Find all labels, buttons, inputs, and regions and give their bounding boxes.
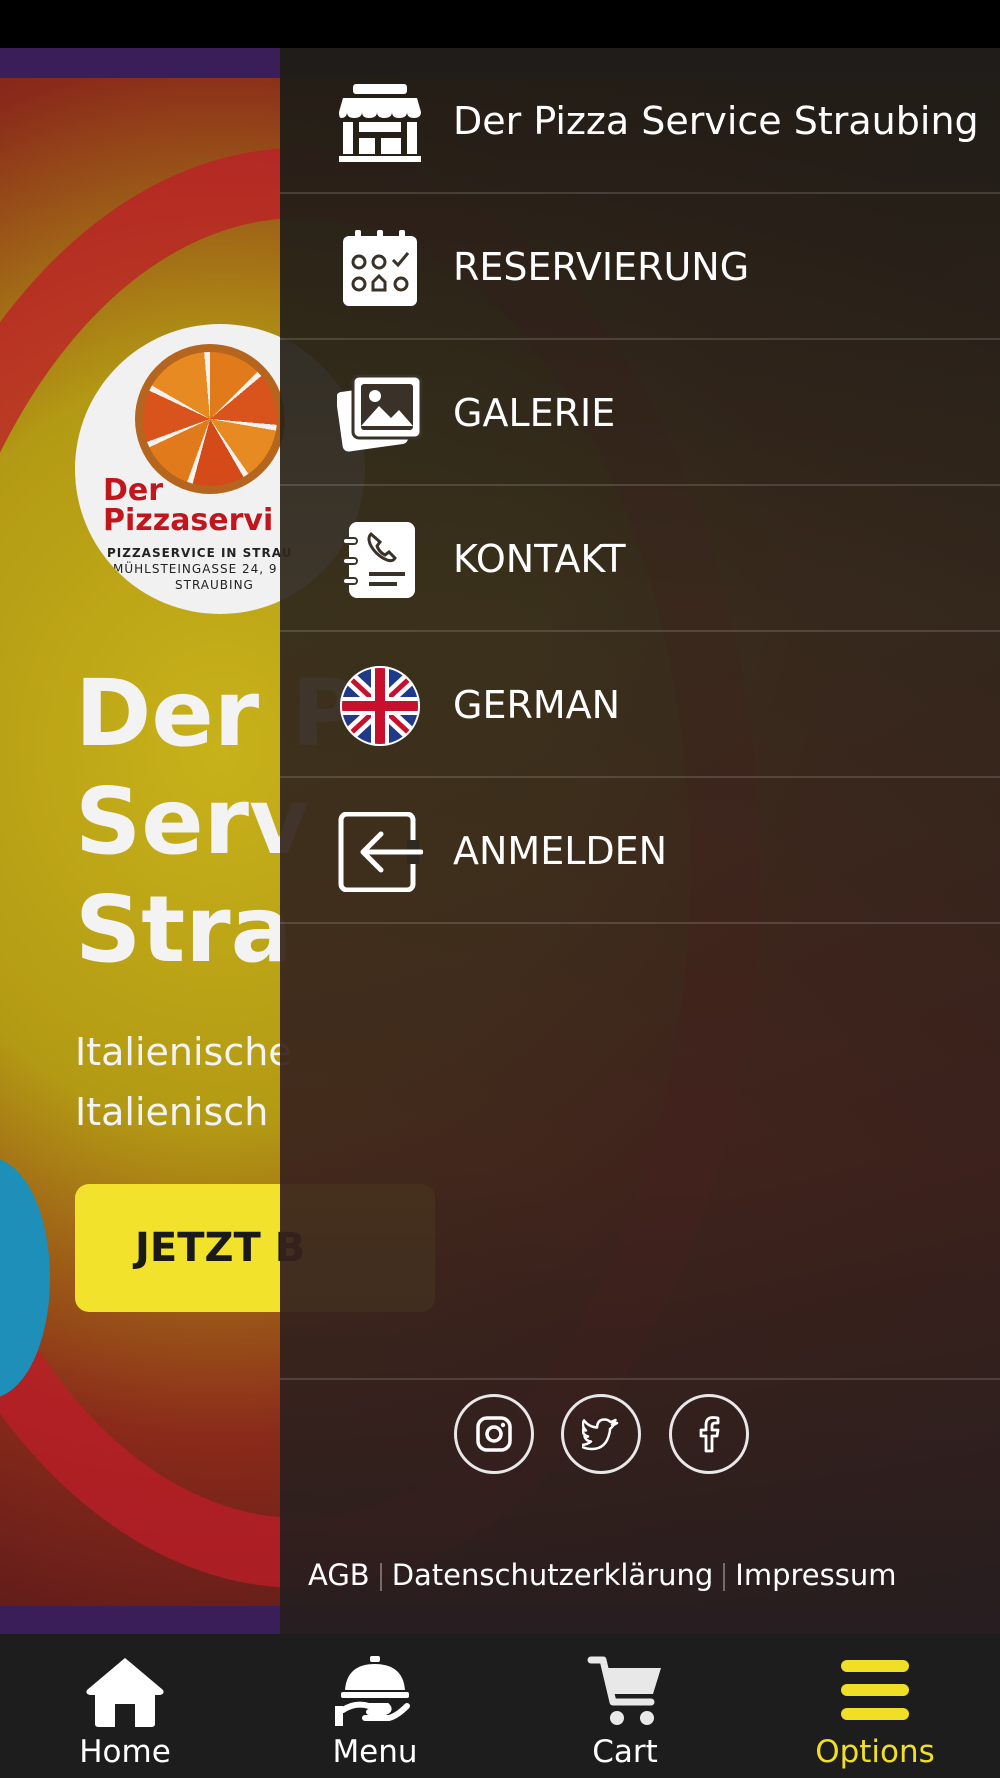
nav-options-label: Options xyxy=(815,1734,935,1770)
nav-options[interactable]: Options xyxy=(750,1634,1000,1778)
side-drawer: Der Pizza Service Straubing RESERVIERUNG… xyxy=(280,48,1000,1634)
drawer-item-label: Der Pizza Service Straubing xyxy=(453,99,979,143)
nav-menu[interactable]: Menu xyxy=(250,1634,500,1778)
store-icon xyxy=(339,84,421,162)
hamburger-icon xyxy=(841,1660,909,1720)
drawer-footer-links: AGB Datenschutzerklärung Impressum xyxy=(308,1558,896,1592)
privacy-link[interactable]: Datenschutzerklärung xyxy=(392,1558,714,1592)
drawer-item-label: GALERIE xyxy=(453,391,616,435)
gallery-icon xyxy=(337,374,423,452)
facebook-icon xyxy=(699,1416,720,1453)
logo-address: MÜHLSTEINGASSE 24, 9 xyxy=(113,562,278,576)
logo-title-line1: Der xyxy=(103,473,164,508)
nav-cart-label: Cart xyxy=(592,1734,658,1770)
drawer-item-label: ANMELDEN xyxy=(453,829,668,873)
home-icon xyxy=(86,1658,164,1727)
calendar-icon xyxy=(343,230,417,306)
uk-flag-icon xyxy=(340,666,420,746)
drawer-item-language[interactable]: GERMAN xyxy=(280,632,1000,778)
drawer-item-label: RESERVIERUNG xyxy=(453,245,750,289)
logo-title-line2: Pizzaservi xyxy=(103,503,274,538)
instagram-icon xyxy=(476,1416,512,1452)
hero-subtitle: Italienische Italienisch xyxy=(75,1030,292,1134)
status-bar xyxy=(0,0,1000,48)
drawer-item-reservierung[interactable]: RESERVIERUNG xyxy=(280,194,1000,340)
imprint-link[interactable]: Impressum xyxy=(735,1558,896,1592)
instagram-button[interactable] xyxy=(454,1394,534,1474)
twitter-button[interactable] xyxy=(561,1394,641,1474)
nav-cart[interactable]: Cart xyxy=(500,1634,750,1778)
drawer-item-galerie[interactable]: GALERIE xyxy=(280,340,1000,486)
pizza-logo-icon xyxy=(135,344,285,494)
footer-separator xyxy=(723,1563,726,1591)
drawer-item-restaurant[interactable]: Der Pizza Service Straubing xyxy=(280,48,1000,194)
cart-icon xyxy=(587,1656,661,1725)
cloche-icon xyxy=(335,1656,410,1726)
nav-home[interactable]: Home xyxy=(0,1634,250,1778)
agb-link[interactable]: AGB xyxy=(308,1558,370,1592)
drawer-divider xyxy=(280,1378,1000,1380)
logo-city: STRAUBING xyxy=(175,578,254,592)
contact-icon xyxy=(342,522,415,598)
login-icon xyxy=(338,812,423,892)
logo-title: Der Pizzaservi xyxy=(103,476,273,536)
facebook-button[interactable] xyxy=(669,1394,749,1474)
drawer-item-label: KONTAKT xyxy=(453,537,626,581)
bottom-navigation: Home Menu Cart Options xyxy=(0,1634,1000,1778)
drawer-item-label: GERMAN xyxy=(453,683,621,727)
twitter-icon xyxy=(582,1418,619,1451)
logo-subtitle: PIZZASERVICE IN STRAU xyxy=(107,546,293,560)
drawer-item-kontakt[interactable]: KONTAKT xyxy=(280,486,1000,632)
footer-separator xyxy=(379,1563,382,1591)
nav-home-label: Home xyxy=(79,1734,171,1770)
drawer-item-anmelden[interactable]: ANMELDEN xyxy=(280,778,1000,924)
nav-menu-label: Menu xyxy=(332,1734,418,1770)
